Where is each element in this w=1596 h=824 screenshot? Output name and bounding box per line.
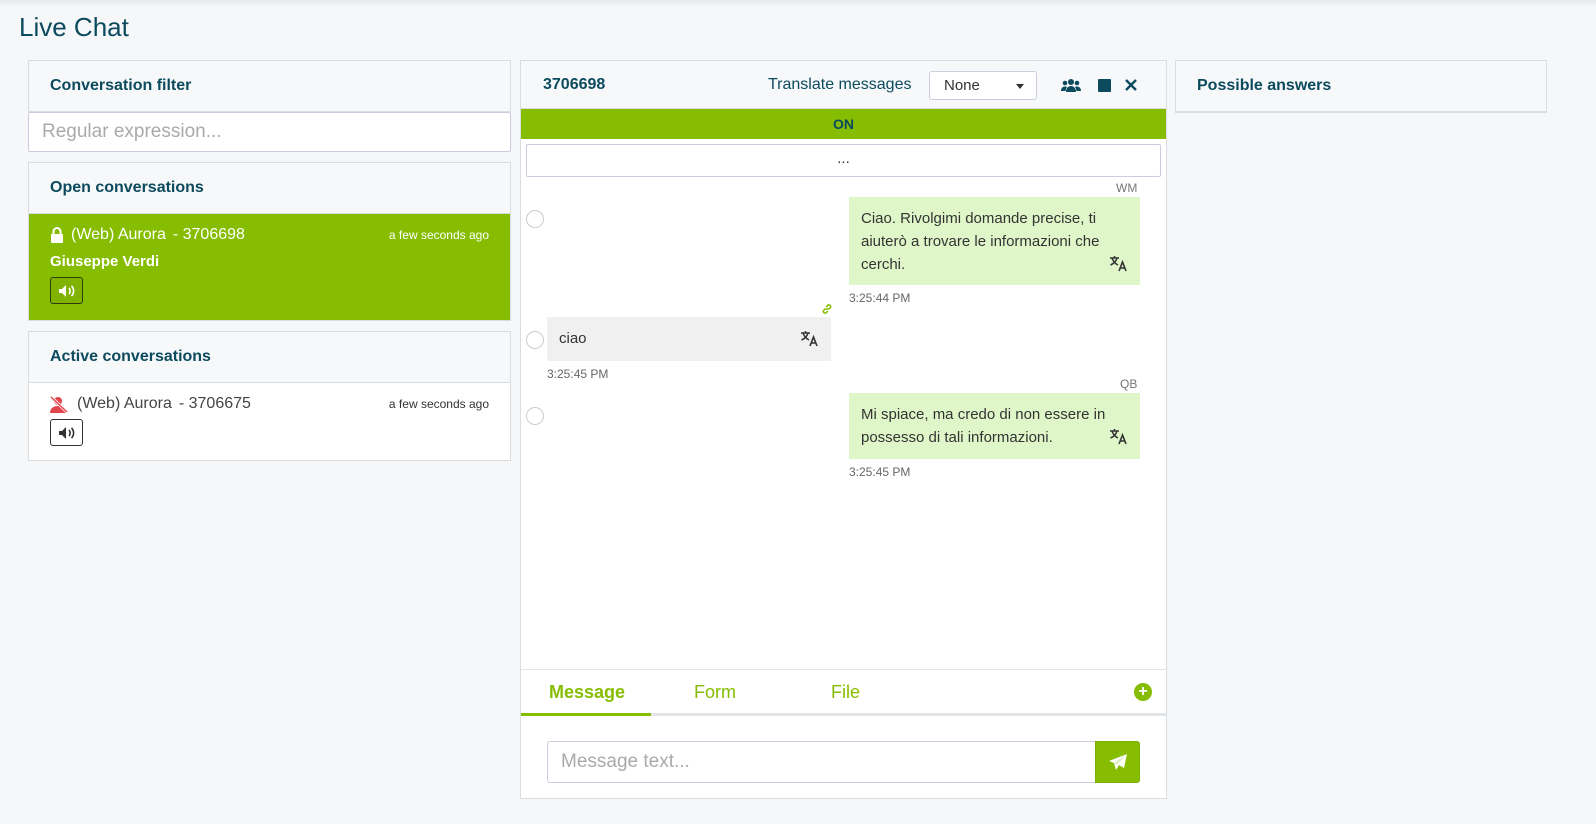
message-bubble-user: ciao — [547, 317, 831, 361]
conversation-time: a few seconds ago — [388, 228, 489, 242]
regex-filter-input[interactable] — [28, 112, 511, 152]
message-author: WM — [1116, 181, 1138, 195]
users-icon[interactable] — [1061, 78, 1081, 92]
message-list: WM Ciao. Rivolgimi domande precise, ti a… — [521, 177, 1166, 667]
chat-panel: 3706698 Translate messages None ON ... W… — [520, 60, 1167, 799]
right-column: Possible answers — [1175, 60, 1547, 113]
top-shadow — [0, 0, 1596, 6]
conversation-channel: (Web) Aurora — [71, 226, 166, 243]
open-conversations-title: Open conversations — [29, 163, 510, 214]
possible-answers-title: Possible answers — [1176, 61, 1546, 112]
message-text-input[interactable] — [547, 741, 1096, 783]
link-icon[interactable] — [821, 303, 833, 315]
tab-file[interactable]: File — [831, 682, 860, 703]
conversation-item-3706698[interactable]: (Web) Aurora - 3706698 a few seconds ago… — [29, 214, 510, 320]
open-conversations-panel: Open conversations (Web) Aurora - 370669… — [28, 162, 511, 321]
left-column: Conversation filter Open conversations (… — [28, 60, 511, 461]
tab-message[interactable]: Message — [549, 682, 625, 703]
translate-icon[interactable] — [1109, 255, 1128, 272]
translate-language-select[interactable]: None — [929, 71, 1037, 100]
stop-icon[interactable] — [1098, 79, 1111, 92]
message-time: 3:25:44 PM — [849, 291, 911, 305]
message-text: Mi spiace, ma credo di non essere in pos… — [861, 406, 1106, 446]
caret-down-icon — [1016, 84, 1024, 89]
conversation-time: a few seconds ago — [388, 397, 489, 411]
message-time: 3:25:45 PM — [547, 367, 609, 381]
send-icon — [1108, 754, 1127, 770]
translate-label: Translate messages — [768, 75, 912, 93]
message-select-radio[interactable] — [526, 331, 544, 349]
load-more-button[interactable]: ... — [526, 144, 1161, 177]
conversation-id: - 3706698 — [172, 226, 245, 243]
conversation-filter-panel: Conversation filter — [28, 60, 511, 112]
tab-form[interactable]: Form — [694, 682, 736, 703]
message-author: QB — [1120, 377, 1138, 391]
sound-toggle-button[interactable] — [50, 419, 83, 446]
message-select-radio[interactable] — [526, 210, 544, 228]
conversation-id: - 3706675 — [178, 395, 251, 412]
message-bubble-bot: Ciao. Rivolgimi domande precise, ti aiut… — [849, 197, 1140, 285]
possible-answers-panel: Possible answers — [1175, 60, 1547, 113]
user-slash-icon — [50, 395, 68, 413]
message-text: ciao — [559, 330, 587, 347]
chat-header: 3706698 Translate messages None — [521, 61, 1166, 109]
plus-circle-icon[interactable]: + — [1134, 683, 1152, 701]
close-icon[interactable] — [1125, 79, 1137, 91]
chat-conversation-id: 3706698 — [543, 75, 606, 93]
translate-icon[interactable] — [1109, 428, 1128, 445]
active-conversations-panel: Active conversations (Web) Aurora - 3706… — [28, 331, 511, 461]
composer-tabs: Message Form File + — [521, 669, 1166, 716]
active-conversations-title: Active conversations — [29, 332, 510, 383]
conversation-item-3706675[interactable]: (Web) Aurora - 3706675 a few seconds ago — [29, 383, 510, 460]
conversation-filter-title: Conversation filter — [29, 61, 510, 112]
send-button[interactable] — [1095, 741, 1140, 783]
translate-icon[interactable] — [800, 330, 819, 347]
active-tab-underline — [521, 713, 651, 716]
sound-icon — [58, 284, 74, 297]
sound-toggle-button[interactable] — [50, 277, 83, 304]
message-text: Ciao. Rivolgimi domande precise, ti aiut… — [861, 210, 1100, 273]
message-bubble-bot: Mi spiace, ma credo di non essere in pos… — [849, 393, 1140, 459]
translate-selected-value: None — [944, 77, 980, 94]
message-composer — [547, 741, 1141, 783]
message-select-radio[interactable] — [526, 407, 544, 425]
conversation-user-name: Giuseppe Verdi — [50, 253, 160, 270]
conversation-channel: (Web) Aurora — [77, 395, 172, 412]
bot-status-bar[interactable]: ON — [521, 109, 1166, 139]
sound-icon — [58, 426, 74, 439]
page-title: Live Chat — [19, 12, 129, 42]
lock-icon — [51, 227, 63, 243]
message-time: 3:25:45 PM — [849, 465, 911, 479]
